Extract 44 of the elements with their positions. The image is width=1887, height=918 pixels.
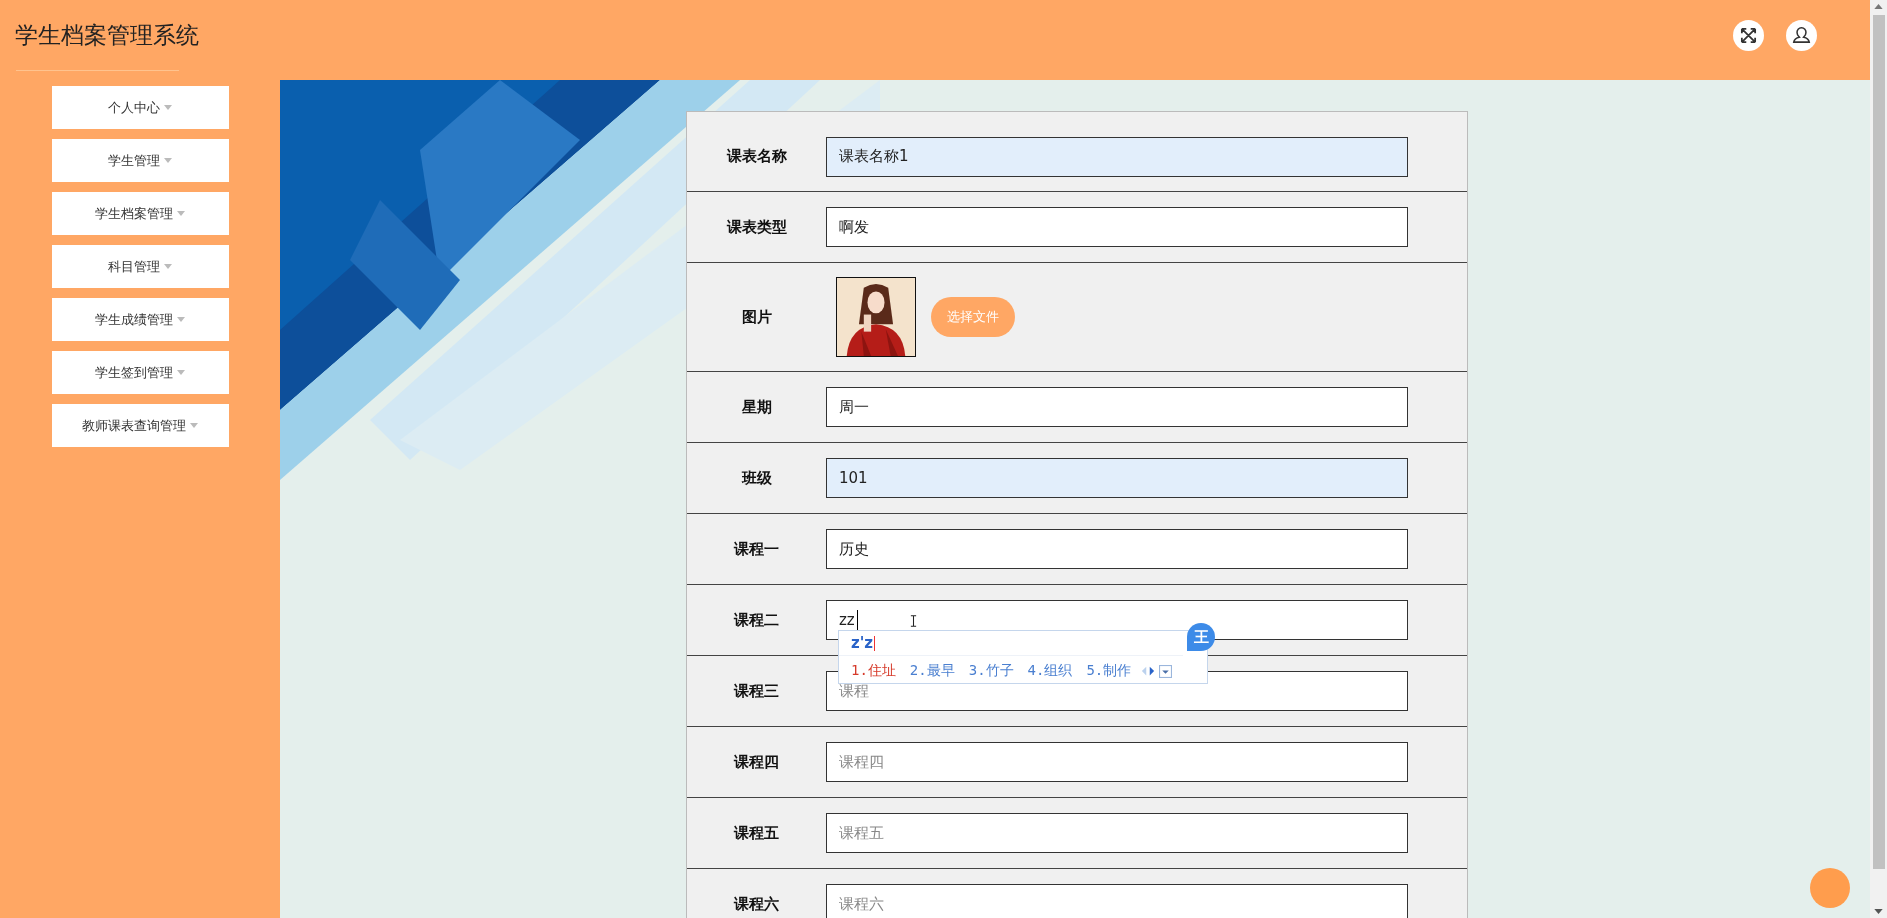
sidebar-item[interactable]: 科目管理 xyxy=(51,245,229,288)
caret-icon xyxy=(177,370,185,375)
input-field[interactable]: 课程六 xyxy=(826,884,1408,918)
field-label: 课程五 xyxy=(732,823,780,843)
ibeam-cursor-icon xyxy=(910,614,917,628)
ime-logo-badge: 王 xyxy=(1187,623,1215,651)
field-label: 课程四 xyxy=(732,752,780,772)
input-field[interactable]: 课程四 xyxy=(826,742,1408,782)
caret-icon xyxy=(164,105,172,110)
input-field[interactable]: 课程五 xyxy=(826,813,1408,853)
caret-icon xyxy=(177,317,185,322)
sidebar-item[interactable]: 学生成绩管理 xyxy=(51,298,229,341)
fullscreen-icon[interactable] xyxy=(1733,19,1764,51)
user-icon[interactable] xyxy=(1786,19,1817,51)
sidebar-item[interactable]: 学生管理 xyxy=(51,139,229,182)
field-label: 课程三 xyxy=(732,681,780,701)
field-label: 课程六 xyxy=(732,894,780,914)
field-label: 课程二 xyxy=(732,610,780,630)
caret-icon xyxy=(190,423,198,428)
input-field[interactable]: 啊发 xyxy=(826,207,1408,247)
field-label: 图片 xyxy=(740,307,773,327)
scroll-down-icon[interactable] xyxy=(1874,909,1883,914)
caret-icon xyxy=(177,211,185,216)
input-field[interactable]: 历史 xyxy=(826,529,1408,569)
sidebar-item[interactable]: 学生签到管理 xyxy=(51,351,229,394)
scrollbar[interactable] xyxy=(1870,0,1887,918)
sidebar-item[interactable]: 个人中心 xyxy=(51,86,229,129)
dropdown-icon[interactable] xyxy=(1159,664,1173,678)
app-title: 学生档案管理系统 xyxy=(15,20,199,50)
caret-icon xyxy=(164,158,172,163)
caret-icon xyxy=(164,264,172,269)
text-cursor xyxy=(857,610,858,630)
page-arrows-icon[interactable] xyxy=(1141,666,1156,676)
sidebar-item[interactable]: 学生档案管理 xyxy=(51,192,229,235)
scroll-up-icon[interactable] xyxy=(1874,4,1883,9)
input-field[interactable]: 课表名称1 xyxy=(826,136,1408,177)
input-field[interactable]: 周一 xyxy=(826,387,1408,427)
field-label: 课表类型 xyxy=(725,217,788,237)
field-label: 课表名称 xyxy=(725,147,788,166)
field-label: 课程一 xyxy=(732,539,780,559)
sidebar-item[interactable]: 教师课表查询管理 xyxy=(51,404,229,447)
input-field[interactable]: 101 xyxy=(826,458,1408,498)
field-label: 班级 xyxy=(740,468,773,488)
field-label: 星期 xyxy=(740,397,773,417)
